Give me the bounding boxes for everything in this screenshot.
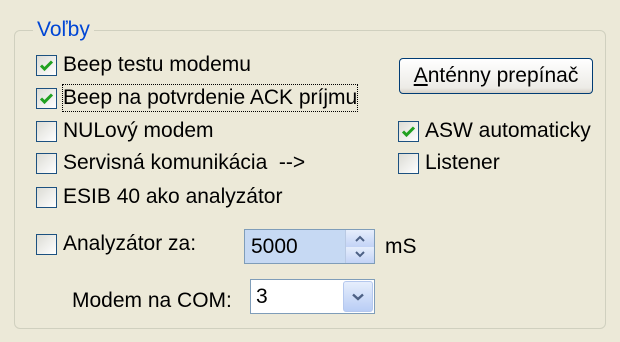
analyzer-time-unit: mS — [385, 235, 417, 258]
beep-ack-label: Beep na potvrdenie ACK príjmu — [61, 84, 359, 112]
check-icon — [401, 125, 416, 138]
check-icon — [39, 59, 54, 72]
spin-down-icon[interactable] — [346, 246, 374, 263]
checkbox-box[interactable] — [36, 54, 57, 76]
checkbox-box[interactable] — [36, 120, 57, 142]
analyzer-for-label: Analyzátor za: — [63, 232, 197, 255]
spin-up-icon[interactable] — [346, 230, 374, 247]
beep-ack-checkbox[interactable]: Beep na potvrdenie ACK príjmu — [36, 84, 359, 112]
service-comm-label: Servisná komunikácia --> — [63, 151, 306, 174]
checkbox-box[interactable] — [36, 233, 57, 255]
checkbox-box[interactable] — [36, 87, 57, 109]
checkbox-box[interactable] — [398, 152, 419, 174]
analyzer-time-spinner[interactable]: 5000 — [244, 229, 375, 264]
modem-com-value[interactable]: 3 — [251, 280, 342, 313]
asw-auto-label: ASW automaticky — [425, 119, 591, 142]
null-modem-label: NULový modem — [63, 119, 214, 142]
checkbox-box[interactable] — [398, 120, 419, 142]
antenna-button-label: nténny prepínač — [427, 64, 579, 87]
esib-analyzer-label: ESIB 40 ako analyzátor — [63, 185, 283, 208]
modem-com-select[interactable]: 3 — [250, 279, 375, 314]
listener-checkbox[interactable]: Listener — [398, 150, 500, 176]
beep-test-label: Beep testu modemu — [63, 53, 251, 76]
chevron-down-icon[interactable] — [343, 281, 373, 312]
listener-label: Listener — [425, 151, 500, 174]
beep-test-checkbox[interactable]: Beep testu modemu — [36, 52, 251, 78]
group-title: Voľby — [33, 17, 94, 43]
antenna-switch-button[interactable]: Anténny prepínač — [399, 58, 593, 94]
modem-com-label: Modem na COM: — [72, 289, 232, 312]
antenna-button-accel: A — [413, 64, 428, 87]
analyzer-time-value[interactable]: 5000 — [245, 230, 345, 263]
esib-analyzer-checkbox[interactable]: ESIB 40 ako analyzátor — [36, 184, 282, 210]
analyzer-for-checkbox[interactable]: Analyzátor za: — [36, 231, 196, 257]
null-modem-checkbox[interactable]: NULový modem — [36, 118, 214, 144]
check-icon — [39, 92, 54, 105]
checkbox-box[interactable] — [36, 186, 57, 208]
service-comm-checkbox[interactable]: Servisná komunikácia --> — [36, 150, 305, 176]
asw-auto-checkbox[interactable]: ASW automaticky — [398, 118, 591, 144]
checkbox-box[interactable] — [36, 152, 57, 174]
